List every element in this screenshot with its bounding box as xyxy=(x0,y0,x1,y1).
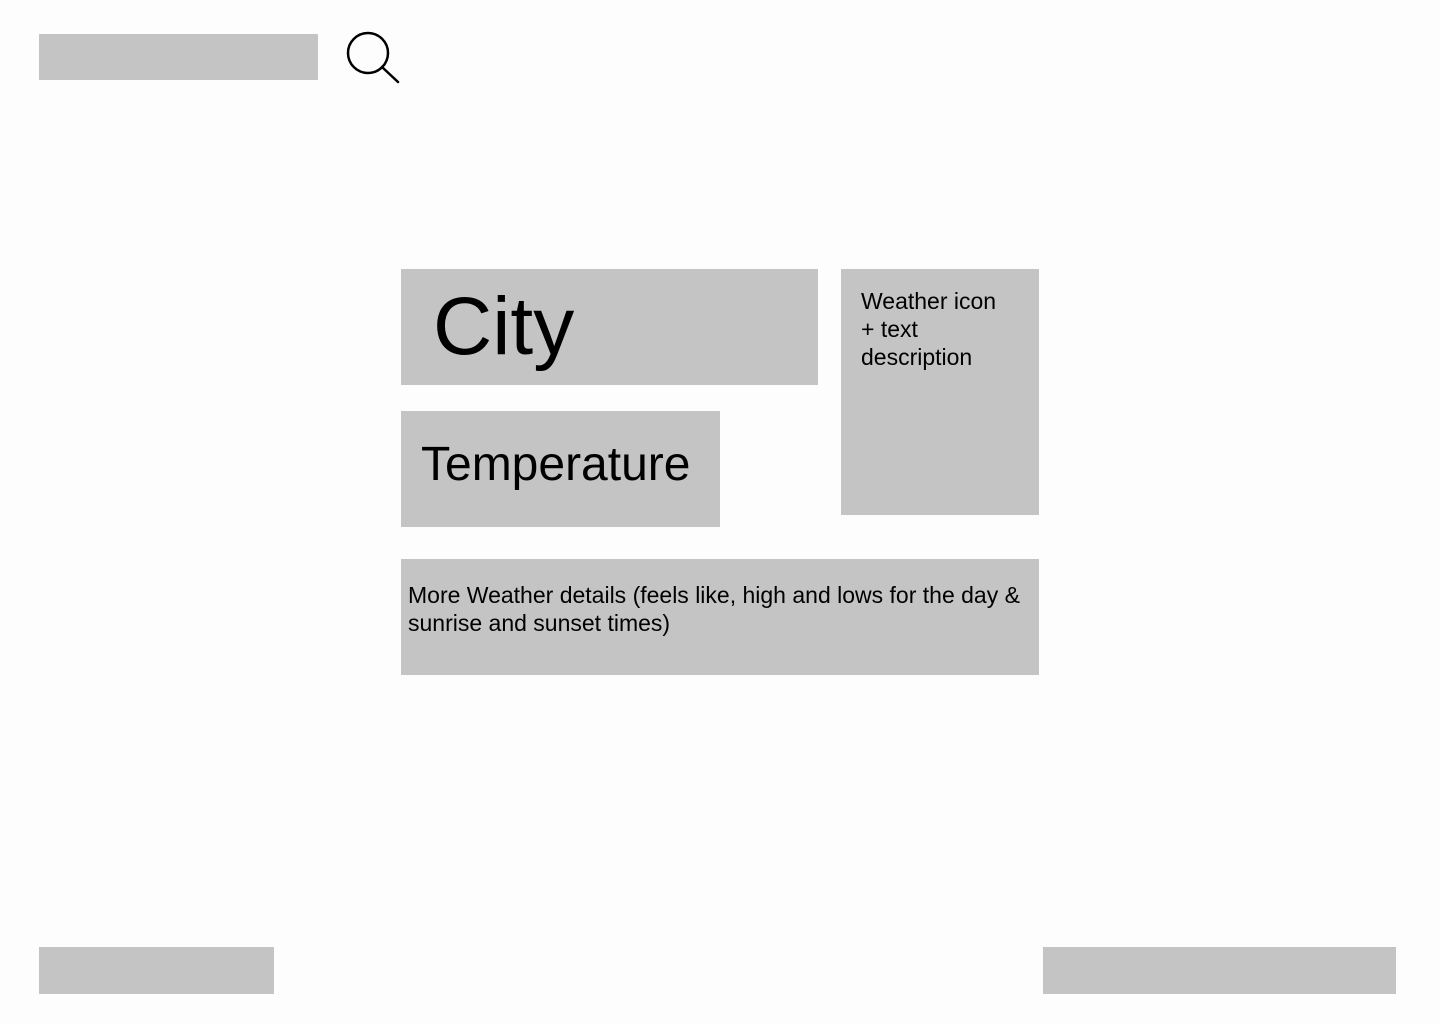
footer-right-block xyxy=(1043,947,1396,994)
search-icon xyxy=(346,31,400,84)
search-input[interactable] xyxy=(39,34,318,80)
footer-left-block xyxy=(39,947,274,994)
temperature-value: Temperature xyxy=(421,438,691,491)
city-card: City xyxy=(401,269,818,385)
search-button[interactable] xyxy=(343,28,405,88)
city-name: City xyxy=(433,281,575,372)
weather-condition-description: Weather icon + text description xyxy=(861,288,997,370)
temperature-card: Temperature xyxy=(401,411,720,527)
weather-condition-card: Weather icon + text description xyxy=(841,269,1039,515)
weather-details-text: More Weather details (feels like, high a… xyxy=(408,582,1020,636)
weather-details-card: More Weather details (feels like, high a… xyxy=(401,559,1039,675)
